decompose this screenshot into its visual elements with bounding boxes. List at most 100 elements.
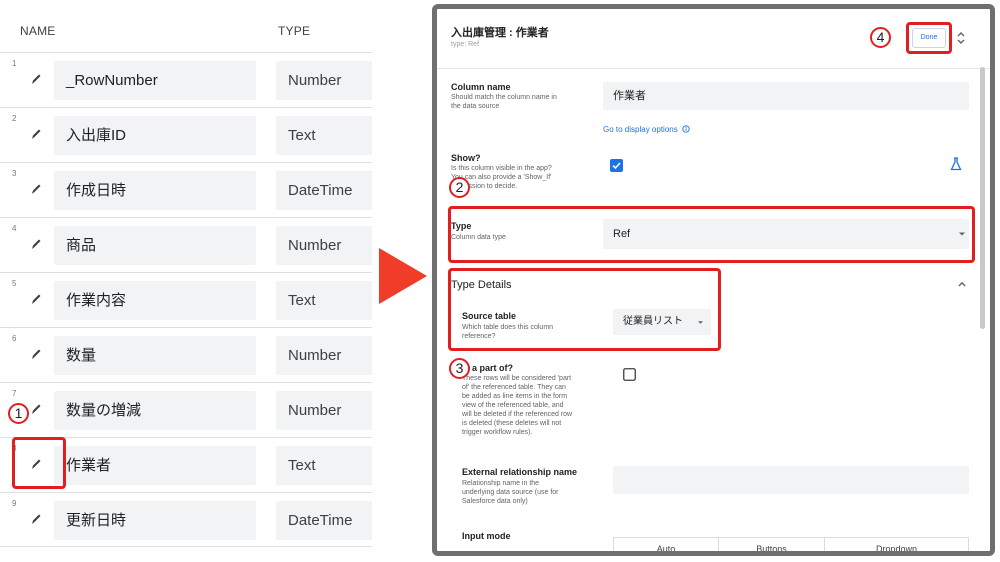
show-checkbox[interactable] (610, 159, 623, 172)
table-row: 4 商品 Number (0, 217, 372, 272)
table-row: 1 _RowNumber Number (0, 52, 372, 107)
right-arrow-icon (379, 248, 427, 304)
column-type-field[interactable]: Number (276, 391, 372, 430)
column-name-field[interactable]: _RowNumber (54, 61, 256, 100)
column-type-field[interactable]: Number (276, 61, 372, 100)
type-label: Type (451, 221, 472, 231)
is-part-of-description-line: be added as line items in the form (462, 393, 568, 400)
type-description: Column data type (451, 234, 506, 241)
is-part-of-description-line: These rows will be considered 'part (462, 375, 572, 382)
scrollbar[interactable] (980, 67, 985, 329)
pencil-icon[interactable] (30, 237, 42, 251)
header-type: TYPE (278, 24, 311, 38)
table-row: 7 数量の増減 Number (0, 382, 372, 437)
external-relationship-description-line: underlying data source (use for (462, 489, 559, 496)
table-row: 6 数量 Number (0, 327, 372, 382)
pencil-icon[interactable] (30, 347, 42, 361)
column-name-field[interactable]: 作業内容 (54, 281, 256, 320)
row-number: 1 (12, 59, 17, 68)
display-options-link-label: Go to display options (603, 125, 678, 134)
header-name: NAME (20, 24, 56, 38)
column-name-field[interactable]: 作業者 (54, 446, 256, 485)
table-row: 3 作成日時 DateTime (0, 162, 372, 217)
done-button[interactable]: Done (912, 28, 946, 48)
input-mode-dropdown[interactable]: Dropdown (824, 537, 969, 551)
column-name-label: Column name (451, 82, 511, 92)
column-name-input[interactable]: 作業者 (603, 82, 969, 110)
is-part-of-description-line: will be deleted if the referenced row (462, 411, 573, 418)
is-part-of-description-line: of' the referenced table. They can (462, 384, 566, 391)
panel-header: 入出庫管理 : 作業者 type: Ref Done (437, 9, 990, 69)
external-relationship-description-line: Salesforce data only) (462, 498, 528, 505)
step-badge-1: 1 (8, 403, 29, 424)
chevron-up-icon[interactable] (958, 281, 966, 287)
is-part-of-description-line: is deleted (these deletes will not (462, 420, 562, 427)
table-row: 8 作業者 Text (0, 437, 372, 492)
step-badge-4: 4 (870, 27, 891, 48)
column-type-field[interactable]: DateTime (276, 501, 372, 540)
row-number: 2 (12, 114, 17, 123)
column-name-field[interactable]: 数量 (54, 336, 256, 375)
step-badge-2: 2 (449, 177, 470, 198)
columns-list: NAME TYPE 1 _RowNumber Number 2 入出庫ID Te… (0, 0, 375, 562)
info-icon (682, 125, 690, 133)
row-number: 6 (12, 334, 17, 343)
column-name-field[interactable]: 更新日時 (54, 501, 256, 540)
is-part-of-checkbox[interactable] (623, 368, 636, 381)
panel-title: 入出庫管理 : 作業者 (451, 27, 549, 39)
source-table-description-line: Which table does this column (462, 324, 554, 331)
chevron-down-icon (698, 321, 703, 324)
row-number: 7 (12, 389, 17, 398)
row-number: 3 (12, 169, 17, 178)
external-relationship-description-line: Relationship name in the (462, 480, 540, 487)
column-name-description-line: Should match the column name in (451, 94, 557, 101)
column-name-field[interactable]: 商品 (54, 226, 256, 265)
pencil-icon[interactable] (30, 182, 42, 196)
column-name-field[interactable]: 作成日時 (54, 171, 256, 210)
show-description-line: Is this column visible in the app? (451, 165, 552, 172)
column-type-field[interactable]: Text (276, 281, 372, 320)
column-name-field[interactable]: 数量の増減 (54, 391, 256, 430)
flask-icon[interactable] (950, 157, 962, 171)
step-badge-3: 3 (449, 358, 470, 379)
is-part-of-description-line: view of the referenced table, and (462, 402, 564, 409)
type-details-heading: Type Details (451, 279, 512, 291)
type-select[interactable]: Ref (603, 219, 969, 249)
chevron-down-icon (959, 232, 965, 236)
external-relationship-label: External relationship name (462, 467, 578, 477)
pencil-icon[interactable] (30, 457, 42, 471)
screenshot-stage: NAME TYPE 1 _RowNumber Number 2 入出庫ID Te… (0, 0, 1000, 562)
source-table-label: Source table (462, 311, 517, 321)
column-editor-panel: 入出庫管理 : 作業者 type: Ref Done Column name S… (437, 9, 990, 551)
column-name-field[interactable]: 入出庫ID (54, 116, 256, 155)
pencil-icon[interactable] (30, 127, 42, 141)
row-number: 4 (12, 224, 17, 233)
table-row: 5 作業内容 Text (0, 272, 372, 327)
pencil-icon[interactable] (30, 292, 42, 306)
pencil-icon[interactable] (30, 512, 42, 526)
input-mode-label: Input mode (462, 531, 511, 541)
row-number: 5 (12, 279, 17, 288)
unfold-icon[interactable] (956, 31, 966, 45)
display-options-link[interactable]: Go to display options (603, 125, 690, 134)
source-table-value: 従業員リスト (623, 316, 683, 327)
column-editor-dialog: 入出庫管理 : 作業者 type: Ref Done Column name S… (432, 4, 995, 556)
column-type-field[interactable]: Number (276, 226, 372, 265)
external-relationship-input[interactable] (613, 466, 969, 494)
input-mode-auto[interactable]: Auto (613, 537, 719, 551)
column-type-field[interactable]: Text (276, 116, 372, 155)
table-row: 2 入出庫ID Text (0, 107, 372, 162)
column-name-description-line: the data source (451, 103, 500, 110)
column-type-field[interactable]: DateTime (276, 171, 372, 210)
column-type-field[interactable]: Text (276, 446, 372, 485)
show-label: Show? (451, 153, 481, 163)
source-table-select[interactable]: 従業員リスト (613, 309, 711, 335)
pencil-icon[interactable] (30, 72, 42, 86)
column-type-field[interactable]: Number (276, 336, 372, 375)
row-number: 8 (12, 444, 17, 453)
table-bottom-divider (0, 546, 372, 547)
pencil-icon[interactable] (30, 402, 42, 416)
input-mode-buttons[interactable]: Buttons (718, 537, 825, 551)
type-select-value: Ref (613, 228, 631, 240)
panel-subtitle: type: Ref (451, 41, 480, 48)
